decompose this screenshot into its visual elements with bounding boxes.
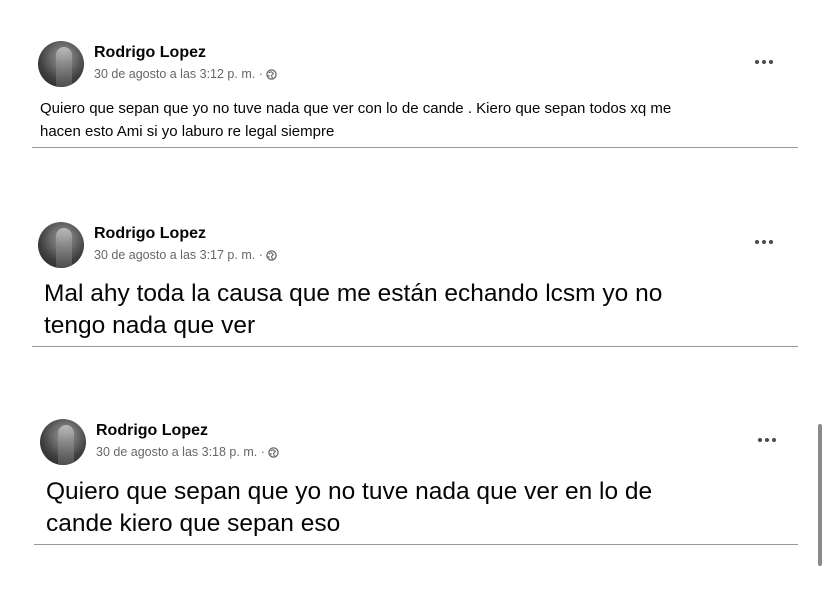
post-timestamp[interactable]: 30 de agosto a las 3:17 p. m. · [94,248,263,262]
post-meta: 30 de agosto a las 3:18 p. m. · [96,445,279,459]
post-timestamp[interactable]: 30 de agosto a las 3:12 p. m. · [94,67,263,81]
post-text-line: Quiero que sepan que yo no tuve nada que… [46,478,653,505]
post-text-line: cande kiero que sepan eso [46,510,341,537]
post-1: Rodrigo Lopez 30 de agosto a las 3:12 p.… [0,0,828,160]
post-text-line: Quiero que sepan que yo no tuve nada que… [40,100,672,117]
post-text: Quiero que sepan que yo no tuve nada que… [46,476,786,540]
post-2: Rodrigo Lopez 30 de agosto a las 3:17 p.… [0,180,828,360]
more-options-button[interactable] [752,55,776,69]
more-options-button[interactable] [752,235,776,249]
globe-icon [268,446,279,458]
avatar[interactable] [38,222,84,268]
post-text: Mal ahy toda la causa que me están echan… [44,278,784,342]
scrollbar[interactable] [818,424,822,566]
post-timestamp[interactable]: 30 de agosto a las 3:18 p. m. · [96,445,265,459]
post-meta: 30 de agosto a las 3:17 p. m. · [94,248,277,262]
post-divider [32,147,798,148]
post-text-line: tengo nada que ver [44,312,256,339]
post-divider [32,346,798,347]
post-3: Rodrigo Lopez 30 de agosto a las 3:18 p.… [0,380,828,560]
post-text-line: Mal ahy toda la causa que me están echan… [44,280,663,307]
author-name[interactable]: Rodrigo Lopez [94,44,206,62]
globe-icon [266,249,277,261]
avatar[interactable] [38,41,84,87]
post-meta: 30 de agosto a las 3:12 p. m. · [94,67,277,81]
post-divider [34,544,798,545]
author-name[interactable]: Rodrigo Lopez [94,225,206,243]
post-text-line: hacen esto Ami si yo laburo re legal sie… [40,123,335,140]
avatar[interactable] [40,419,86,465]
author-name[interactable]: Rodrigo Lopez [96,422,208,440]
post-text: Quiero que sepan que yo no tuve nada que… [40,97,800,143]
more-options-button[interactable] [755,433,779,447]
globe-icon [266,68,277,80]
